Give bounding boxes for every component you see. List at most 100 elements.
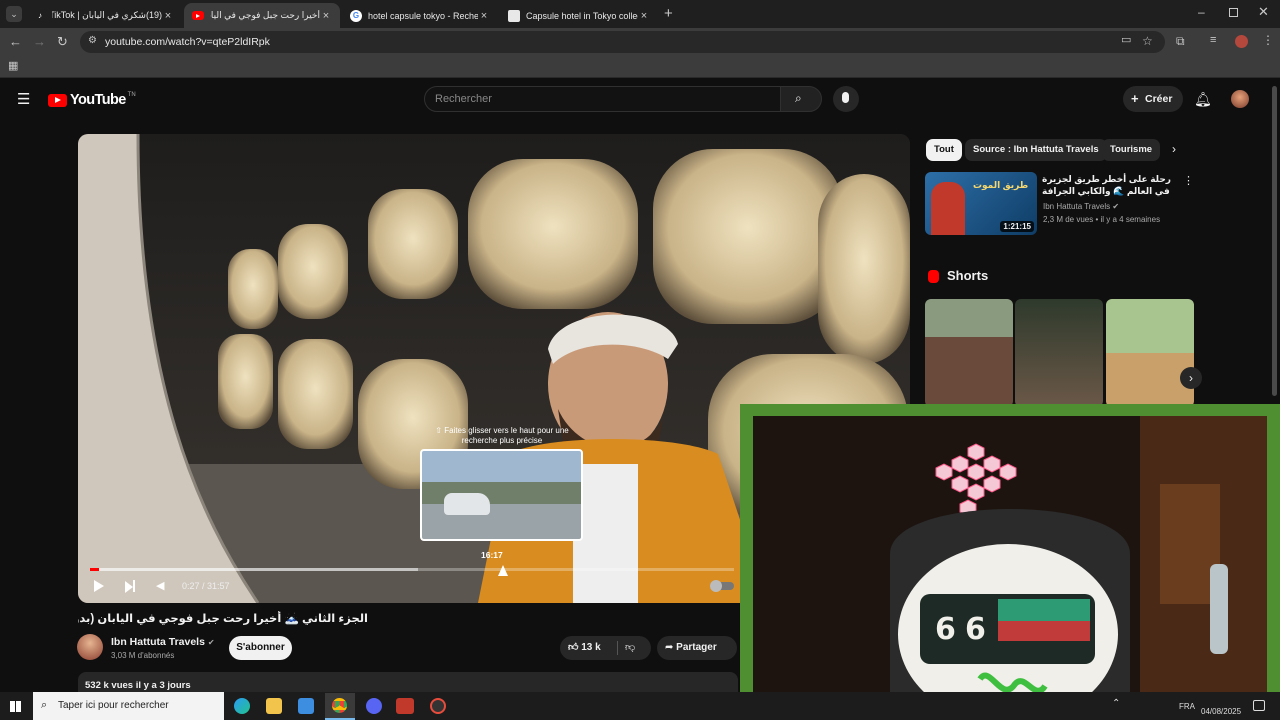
system-date[interactable]: 04/08/2025 xyxy=(1201,707,1241,716)
tab-label: hotel capsule tokyo - Recherche xyxy=(368,10,478,21)
extensions-icon[interactable]: ⧉ xyxy=(1176,35,1185,47)
forward-icon[interactable]: → xyxy=(33,35,46,48)
youtube-logo-text: YouTube xyxy=(70,92,126,108)
tab-tiktok[interactable]: ♪ (19)شكري في اليابان | TikTok × xyxy=(26,3,182,28)
stream-app-icon[interactable] xyxy=(396,698,414,714)
more-menu-icon[interactable]: ⋮ xyxy=(1262,34,1274,46)
close-tab-icon[interactable]: × xyxy=(478,10,490,22)
close-window-icon[interactable]: ✕ xyxy=(1258,5,1269,18)
tab-label: (19)شكري في اليابان | TikTok xyxy=(52,10,162,20)
chip-source[interactable]: Source : Ibn Hattuta Travels xyxy=(965,139,1107,161)
recommended-title: رحلة على أخطر طريق لجزيرة في العالم 🌊 وا… xyxy=(1042,174,1171,196)
discord-icon[interactable] xyxy=(366,698,382,714)
youtube-country-code: TN xyxy=(127,92,136,98)
site-info-icon[interactable]: ⚙ xyxy=(88,36,97,46)
profile-avatar[interactable] xyxy=(1235,35,1248,48)
voice-search-button[interactable] xyxy=(833,86,859,112)
notification-center-icon[interactable] xyxy=(1253,700,1265,711)
tab-capsule[interactable]: Capsule hotel in Tokyo collectio × xyxy=(500,3,658,28)
thumbs-down-icon: 👎︎ xyxy=(625,642,636,653)
tab-search-icon[interactable]: ⌄ xyxy=(6,6,22,22)
dislike-button[interactable]: 👎︎ xyxy=(625,636,635,660)
seek-hint-text: Faites glisser vers le haut pour une rec… xyxy=(444,426,569,445)
notifications-bell-icon[interactable]: 🔔︎ xyxy=(1194,92,1212,106)
new-tab-icon[interactable]: + xyxy=(664,6,673,21)
apps-grid-icon[interactable]: ▦ xyxy=(8,61,18,72)
tab-youtube[interactable]: أخيرا رحت جبل فوجي في اليابان ( × xyxy=(184,3,340,28)
volume-icon[interactable]: ◀︎ xyxy=(156,579,164,592)
short-thumbnail[interactable] xyxy=(925,299,1013,407)
back-icon[interactable]: ← xyxy=(9,35,22,48)
short-thumbnail[interactable] xyxy=(1015,299,1103,407)
hamburger-menu-icon[interactable]: ☰ xyxy=(17,92,30,107)
thumbnail-person xyxy=(931,182,965,235)
next-icon xyxy=(125,581,133,593)
input-language[interactable]: FRA xyxy=(1179,702,1195,711)
taskbar-search-placeholder: Taper ici pour rechercher xyxy=(58,700,169,711)
store-icon[interactable] xyxy=(298,698,314,714)
autoplay-knob xyxy=(710,580,722,592)
share-button[interactable]: ➦ Partager xyxy=(657,636,737,660)
restore-icon[interactable] xyxy=(1229,8,1238,17)
close-tab-icon[interactable]: × xyxy=(638,10,650,22)
channel-avatar[interactable] xyxy=(77,634,103,660)
reload-icon[interactable]: ↻ xyxy=(57,35,68,48)
media-control-icon[interactable]: ≡ xyxy=(1210,35,1216,46)
minimize-icon[interactable]: – xyxy=(1198,6,1205,18)
more-actions-icon[interactable]: ⋮ xyxy=(1183,174,1194,187)
plus-icon: + xyxy=(1131,91,1139,106)
autoplay-toggle[interactable] xyxy=(710,580,734,592)
close-tab-icon[interactable]: × xyxy=(320,10,332,22)
close-tab-icon[interactable]: × xyxy=(162,10,174,22)
windows-taskbar: ⌕ Taper ici pour rechercher xyxy=(0,692,1280,720)
address-bar-row: ← → ↻ ⚙ youtube.com/watch?v=qteP2ldIRpk … xyxy=(0,28,1280,56)
youtube-logo-icon xyxy=(48,93,67,107)
tiktok-icon: ♪ xyxy=(38,11,42,20)
shorts-heading: Shorts xyxy=(947,268,989,283)
webcam-overlay: 6 6 xyxy=(740,404,1280,706)
recommended-thumbnail: طريق الموت 1:21:15 xyxy=(925,172,1037,235)
like-button[interactable]: 👍︎ 13 k xyxy=(568,636,601,660)
tray-up-icon[interactable]: ⌃ xyxy=(1112,698,1120,709)
page-scrollbar[interactable] xyxy=(1272,86,1277,396)
arrow-up-icon: ⇧ xyxy=(435,426,445,435)
chrome-taskbar-button[interactable] xyxy=(325,693,355,720)
bookmark-star-icon[interactable]: ☆ xyxy=(1142,35,1153,47)
create-button[interactable]: + Créer xyxy=(1123,86,1183,112)
url-text: youtube.com/watch?v=qteP2ldIRpk xyxy=(105,36,270,48)
svg-text:6: 6 xyxy=(965,612,986,647)
windows-start-icon[interactable] xyxy=(10,701,21,712)
description-box[interactable]: 532 k vues il y a 3 jours xyxy=(78,672,738,694)
subscribe-button[interactable]: S'abonner xyxy=(229,636,292,660)
progress-bar[interactable] xyxy=(90,568,734,571)
file-explorer-icon[interactable] xyxy=(266,698,282,714)
chrome-icon xyxy=(332,698,347,713)
search-input[interactable]: Rechercher xyxy=(424,86,781,112)
channel-name[interactable]: Ibn Hattuta Travels ✔ xyxy=(111,636,215,648)
youtube-logo[interactable]: YouTube TN xyxy=(48,92,136,108)
mic-icon xyxy=(842,92,849,103)
search-icon: ⌕ xyxy=(41,699,48,711)
cast-icon[interactable]: ▭ xyxy=(1121,35,1131,46)
tab-google[interactable]: G hotel capsule tokyo - Recherche × xyxy=(342,3,498,28)
mouse-cursor xyxy=(498,565,508,576)
edge-icon[interactable] xyxy=(234,698,250,714)
url-field[interactable]: ⚙ youtube.com/watch?v=qteP2ldIRpk ▭ ☆ xyxy=(80,31,1165,53)
next-button[interactable] xyxy=(125,580,135,598)
recommended-video[interactable]: طريق الموت 1:21:15 رحلة على أخطر طريق لج… xyxy=(925,172,1197,238)
youtube-icon xyxy=(192,11,204,20)
search-button[interactable]: ⌕ xyxy=(780,86,822,112)
short-thumbnail[interactable] xyxy=(1106,299,1194,407)
chips-next-icon[interactable]: › xyxy=(1172,142,1176,156)
account-avatar[interactable] xyxy=(1231,90,1249,108)
recording-app-icon[interactable] xyxy=(430,698,446,714)
like-dislike-group: 👍︎ 13 k 👎︎ xyxy=(560,636,651,660)
chip-tourism[interactable]: Tourisme xyxy=(1102,139,1161,161)
google-icon: G xyxy=(350,9,362,22)
play-button[interactable] xyxy=(94,580,104,592)
chip-all[interactable]: Tout xyxy=(926,139,962,161)
shorts-next-button[interactable]: › xyxy=(1180,367,1202,389)
taskbar-search[interactable]: ⌕ Taper ici pour rechercher xyxy=(33,692,224,720)
recommended-channel: Ibn Hattuta Travels ✔ xyxy=(1043,202,1119,211)
create-label: Créer xyxy=(1145,93,1173,105)
